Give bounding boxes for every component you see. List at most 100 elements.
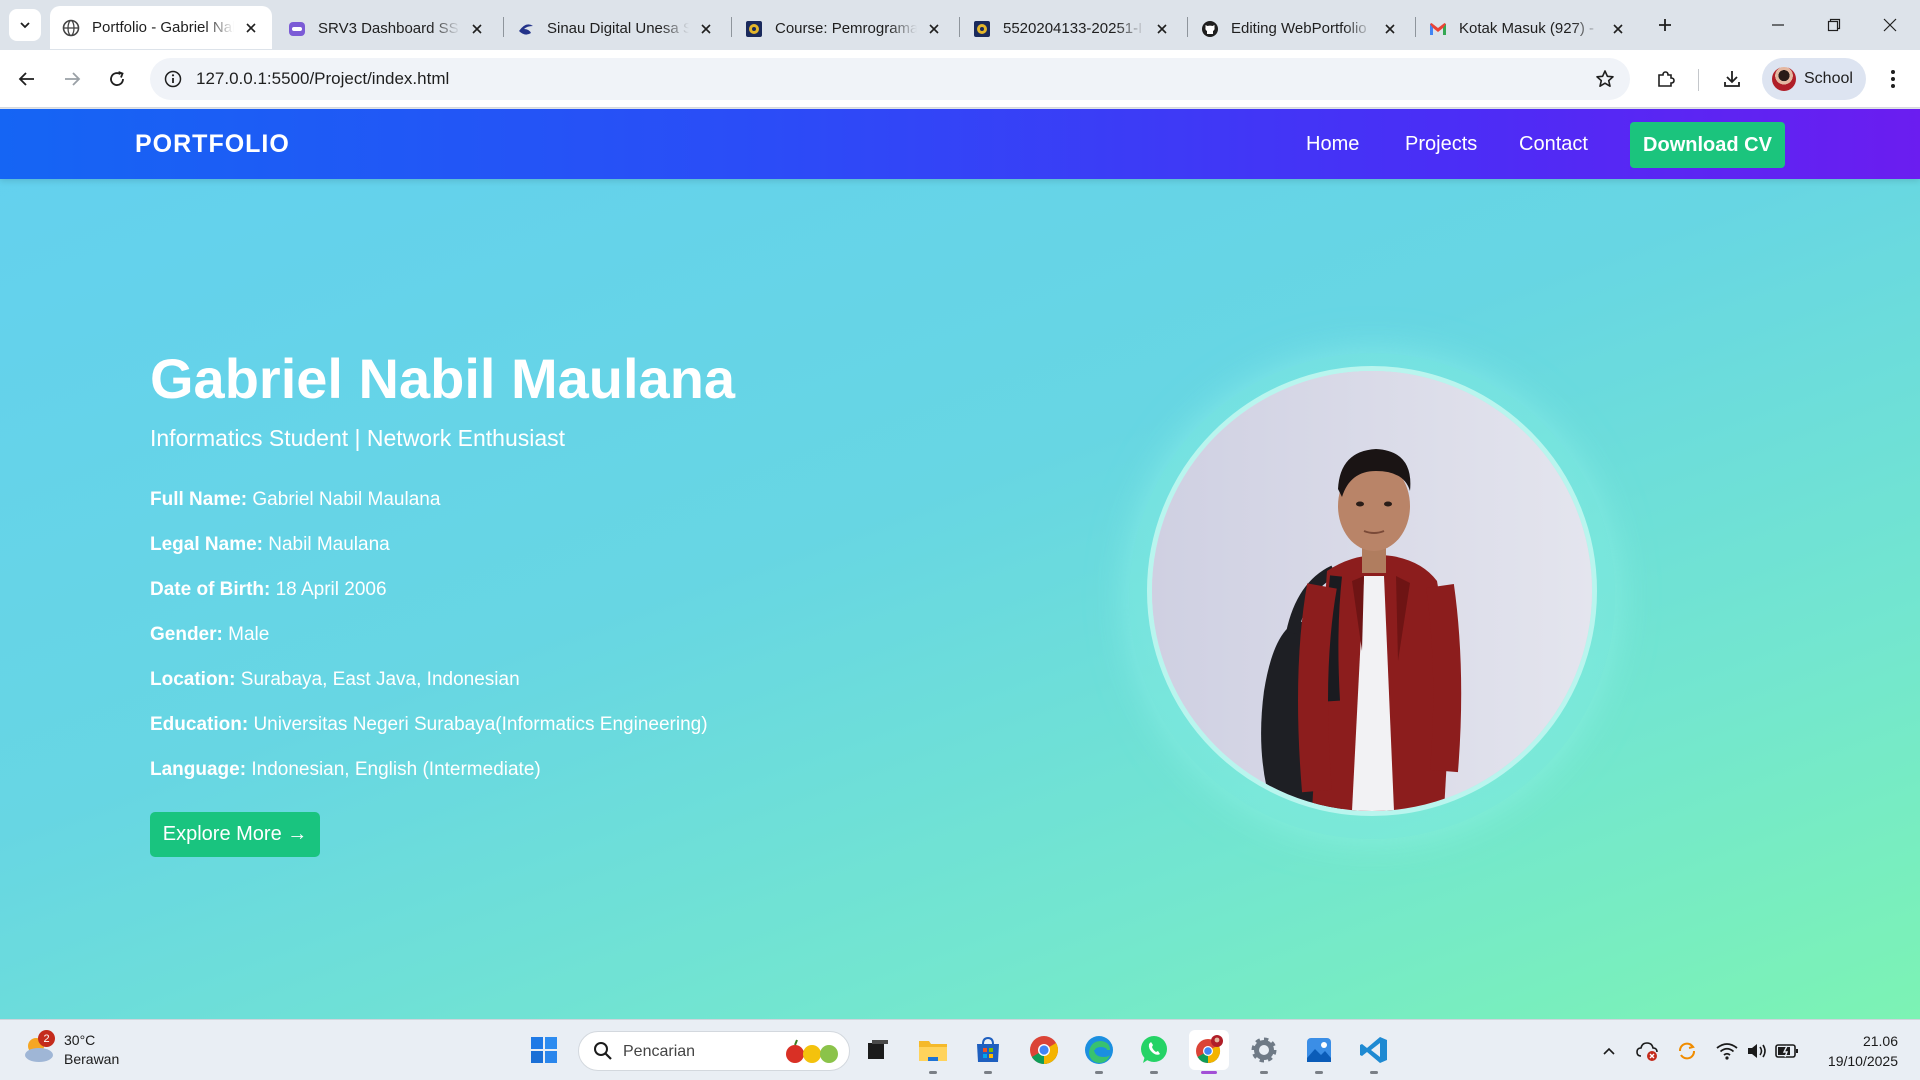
volume-icon[interactable] — [1744, 1038, 1770, 1064]
info-location: Location: Surabaya, East Java, Indonesia… — [150, 669, 520, 691]
nav-projects-link[interactable]: Projects — [1405, 133, 1477, 156]
tab-divider — [959, 17, 960, 37]
tab-title: SRV3 Dashboard SSC — [318, 20, 460, 37]
url-text[interactable]: 127.0.0.1:5500/Project/index.html — [196, 69, 449, 89]
profile-button[interactable]: School — [1762, 58, 1866, 100]
close-icon[interactable] — [1153, 20, 1171, 38]
toolbar-divider — [1698, 69, 1699, 91]
settings-button[interactable] — [1244, 1030, 1284, 1074]
nav-contact-link[interactable]: Contact — [1519, 133, 1588, 156]
start-button[interactable] — [524, 1030, 564, 1070]
windows-logo-icon — [531, 1037, 557, 1063]
whatsapp-button[interactable] — [1134, 1030, 1174, 1074]
download-cv-button[interactable]: Download CV — [1630, 122, 1785, 168]
tab-title: Sinau Digital Unesa S — [547, 20, 689, 37]
minimize-button[interactable] — [1750, 0, 1806, 50]
running-indicator — [929, 1071, 937, 1074]
running-indicator — [984, 1071, 992, 1074]
tab-portfolio[interactable]: Portfolio - Gabriel Nabil Maulana — [50, 6, 272, 49]
downloads-button[interactable] — [1715, 62, 1749, 96]
wifi-icon[interactable] — [1714, 1038, 1740, 1064]
info-value: Gabriel Nabil Maulana — [252, 489, 441, 510]
browser-menu-button[interactable] — [1876, 62, 1910, 96]
tab-divider — [1187, 17, 1188, 37]
weather-widget[interactable]: 2 30°C Berawan — [22, 1030, 142, 1074]
tab-gmail[interactable]: Kotak Masuk (927) - — [1417, 7, 1639, 50]
photos-button[interactable] — [1299, 1030, 1339, 1074]
back-button[interactable] — [10, 62, 44, 96]
site-brand[interactable]: PORTFOLIO — [135, 130, 290, 159]
close-icon[interactable] — [925, 20, 943, 38]
close-icon[interactable] — [242, 19, 260, 37]
nav-home-link[interactable]: Home — [1306, 133, 1359, 156]
taskbar-search[interactable]: Pencarian — [578, 1031, 850, 1071]
info-full-name: Full Name: Gabriel Nabil Maulana — [150, 489, 440, 511]
cloud-sync-error-icon[interactable] — [1634, 1038, 1660, 1064]
reload-button[interactable] — [100, 62, 134, 96]
tab-search-button[interactable] — [9, 9, 41, 41]
search-icon — [593, 1041, 613, 1066]
gear-icon — [1251, 1037, 1277, 1063]
globe-icon — [62, 19, 80, 37]
info-value: Indonesian, English (Intermediate) — [251, 759, 541, 780]
info-value: 18 April 2006 — [275, 579, 387, 600]
close-icon[interactable] — [1381, 20, 1399, 38]
profile-name: School — [1804, 70, 1853, 87]
puzzle-icon — [1658, 71, 1675, 87]
info-value: Surabaya, East Java, Indonesian — [240, 669, 520, 690]
hero-name: Gabriel Nabil Maulana — [150, 347, 736, 410]
tab-title: 5520204133-20251-I — [1003, 20, 1143, 37]
battery-icon[interactable] — [1774, 1038, 1800, 1064]
close-window-button[interactable] — [1862, 0, 1918, 50]
task-view-button[interactable] — [858, 1030, 898, 1070]
bookmark-star-icon[interactable] — [1592, 66, 1618, 92]
forward-button[interactable] — [55, 62, 89, 96]
task-view-icon — [868, 1040, 888, 1059]
show-hidden-icons-button[interactable] — [1596, 1038, 1622, 1064]
restore-button[interactable] — [1806, 0, 1862, 50]
info-label: Education: — [150, 714, 249, 735]
close-icon[interactable] — [1609, 20, 1627, 38]
info-language: Language: Indonesian, English (Intermedi… — [150, 759, 541, 781]
tab-assignment[interactable]: 5520204133-20251-I — [961, 7, 1183, 50]
chrome-button[interactable] — [1024, 1030, 1064, 1070]
tab-sinau[interactable]: Sinau Digital Unesa S — [505, 7, 727, 50]
more-vertical-icon — [1891, 70, 1895, 88]
tab-course[interactable]: Course: Pemrograman — [733, 7, 955, 50]
weather-badge: 2 — [38, 1030, 55, 1047]
running-indicator — [1315, 1071, 1323, 1074]
address-bar[interactable]: 127.0.0.1:5500/Project/index.html — [150, 58, 1630, 100]
vscode-icon — [1360, 1037, 1387, 1063]
file-explorer-button[interactable] — [913, 1030, 953, 1074]
portfolio-page: PORTFOLIO Home Projects Contact Download… — [0, 109, 1920, 1019]
sync-icon[interactable] — [1674, 1038, 1700, 1064]
info-value: Nabil Maulana — [268, 534, 390, 555]
sinau-icon — [517, 20, 535, 38]
edge-icon — [1085, 1036, 1113, 1064]
explore-more-button[interactable]: Explore More → — [150, 812, 320, 857]
edge-button[interactable] — [1079, 1030, 1119, 1074]
taskbar-clock[interactable]: 21.06 19/10/2025 — [1828, 1031, 1898, 1071]
chrome-profile-icon — [1196, 1035, 1223, 1064]
info-label: Gender: — [150, 624, 223, 645]
tab-title: Portfolio - Gabriel Nabil Maulana — [92, 19, 234, 36]
info-label: Location: — [150, 669, 236, 690]
weather-condition: Berawan — [64, 1051, 120, 1067]
extensions-button[interactable] — [1649, 62, 1683, 96]
tab-github[interactable]: Editing WebPortfolio — [1189, 7, 1411, 50]
gmail-icon — [1429, 20, 1447, 38]
info-gender: Gender: Male — [150, 624, 269, 646]
site-info-icon[interactable] — [160, 66, 186, 92]
tab-title: Kotak Masuk (927) - — [1459, 20, 1595, 37]
tab-srv3[interactable]: SRV3 Dashboard SSC — [276, 7, 498, 50]
microsoft-store-button[interactable] — [968, 1030, 1008, 1074]
new-tab-button[interactable] — [1652, 12, 1678, 38]
close-icon[interactable] — [468, 20, 486, 38]
tab-divider — [1415, 17, 1416, 37]
arrow-left-icon — [18, 72, 34, 86]
chrome-profile-button[interactable] — [1189, 1030, 1229, 1074]
srv3-icon — [288, 20, 306, 38]
close-icon[interactable] — [697, 20, 715, 38]
vscode-button[interactable] — [1354, 1030, 1394, 1074]
tab-divider — [503, 17, 504, 37]
